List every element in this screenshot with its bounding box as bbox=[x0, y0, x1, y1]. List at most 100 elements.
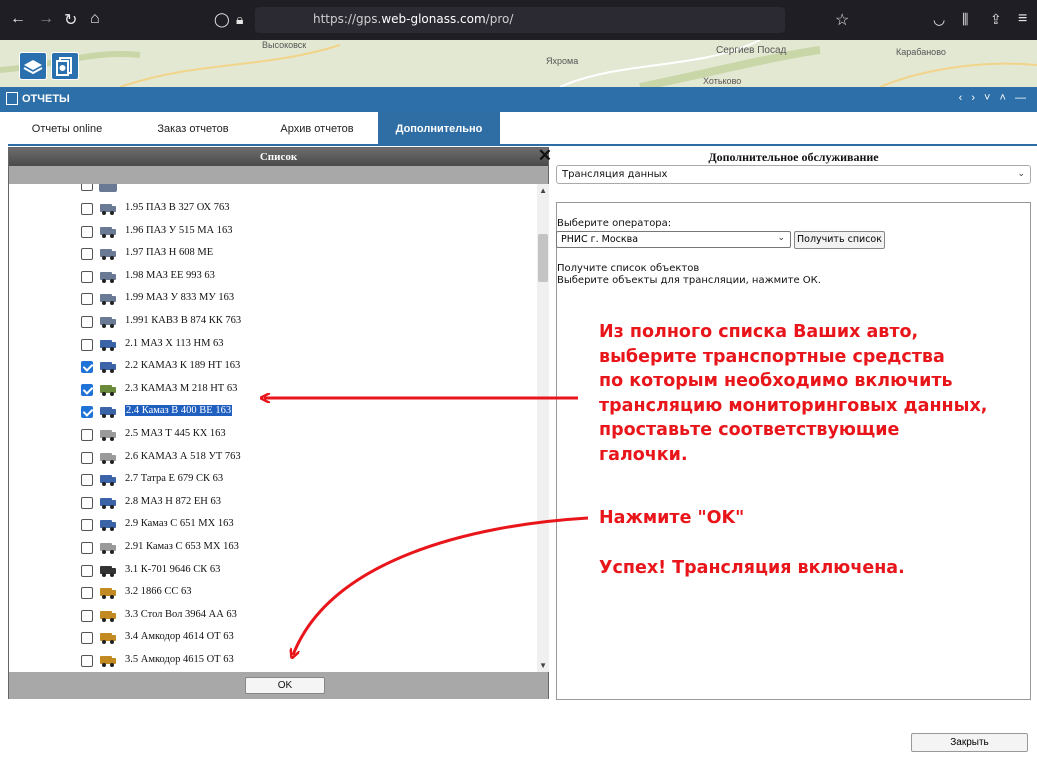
checkbox[interactable] bbox=[81, 225, 93, 238]
menu-icon[interactable]: ≡ bbox=[1018, 10, 1027, 28]
operator-select[interactable]: РНИС г. Москва ⌄ bbox=[556, 231, 791, 248]
service-select[interactable]: Трансляция данных ⌄ bbox=[556, 165, 1031, 184]
lock-icon[interactable]: 🔒︎ bbox=[236, 11, 243, 28]
extensions-icon[interactable]: ⇪ bbox=[990, 11, 1002, 28]
back-icon[interactable]: ← bbox=[10, 10, 26, 28]
scroll-up-icon[interactable]: ▲ bbox=[539, 186, 547, 195]
list-item[interactable]: 3.2 1866 СС 63 bbox=[9, 582, 529, 604]
list-item[interactable]: 1.95 ПАЗ В 327 ОХ 763 bbox=[9, 198, 529, 220]
list-item[interactable]: 2.2 КАМАЗ К 189 НТ 163 bbox=[9, 356, 529, 378]
reports-logo-icon[interactable] bbox=[51, 52, 79, 80]
list-item[interactable]: 1.98 МАЗ ЕЕ 993 63 bbox=[9, 266, 529, 288]
checkbox[interactable] bbox=[81, 270, 93, 283]
list-item[interactable]: 1.991 КАВЗ В 874 КК 763 bbox=[9, 311, 529, 333]
checkbox[interactable] bbox=[81, 474, 93, 487]
checkbox[interactable] bbox=[81, 542, 93, 554]
tab-reports-online[interactable]: Отчеты online bbox=[8, 112, 126, 146]
list-item[interactable]: 2.9 Камаз С 651 МХ 163 bbox=[9, 514, 529, 536]
checkbox[interactable] bbox=[81, 248, 93, 261]
list-scrollbar[interactable]: ▲ ▼ bbox=[537, 184, 549, 672]
checkbox[interactable] bbox=[81, 293, 93, 306]
checkbox[interactable] bbox=[81, 184, 93, 191]
bus-icon bbox=[99, 246, 117, 261]
list-item[interactable]: 1.99 МАЗ У 833 МУ 163 bbox=[9, 288, 529, 310]
scrollbar-thumb[interactable] bbox=[538, 234, 548, 282]
vehicle-label: 1.97 ПАЗ Н 608 МЕ bbox=[125, 247, 214, 259]
list-item[interactable]: 3.1 К-701 9646 СК 63 bbox=[9, 560, 529, 582]
list-item[interactable]: 1.97 ПАЗ Н 608 МЕ bbox=[9, 243, 529, 265]
pocket-icon[interactable]: ◡ bbox=[933, 11, 945, 28]
forward-icon[interactable]: → bbox=[38, 10, 54, 28]
list-item[interactable]: 2.3 КАМАЗ М 218 НТ 63 bbox=[9, 379, 529, 401]
checkbox[interactable] bbox=[81, 383, 93, 396]
scroll-down-icon[interactable]: ▼ bbox=[539, 661, 547, 670]
truck-icon bbox=[99, 517, 117, 532]
tab-underline bbox=[8, 144, 1037, 146]
vehicle-label: 2.3 КАМАЗ М 218 НТ 63 bbox=[125, 382, 238, 394]
tab-order-reports[interactable]: Заказ отчетов bbox=[134, 112, 252, 146]
bookmark-star-icon[interactable]: ☆ bbox=[835, 10, 849, 30]
press-ok-text: Нажмите "OK" bbox=[599, 508, 745, 528]
truck-icon bbox=[99, 495, 117, 510]
map-roads bbox=[0, 40, 1037, 87]
chevron-down-icon: ⌄ bbox=[1017, 169, 1025, 179]
checkbox[interactable] bbox=[81, 316, 93, 328]
checkbox[interactable] bbox=[81, 632, 93, 645]
vehicle-label: 1.98 МАЗ ЕЕ 993 63 bbox=[125, 269, 215, 281]
checkbox[interactable] bbox=[81, 519, 93, 532]
list-item[interactable] bbox=[9, 184, 529, 196]
vehicle-label: 1.96 ПАЗ У 515 МА 163 bbox=[125, 224, 233, 236]
vehicle-label: 2.2 КАМАЗ К 189 НТ 163 bbox=[125, 360, 241, 372]
list-item[interactable]: 3.4 Амкодор 4614 ОТ 63 bbox=[9, 627, 529, 649]
tab-additional[interactable]: Дополнительно bbox=[378, 112, 500, 146]
checkbox[interactable] bbox=[81, 451, 93, 464]
list-item[interactable]: 2.91 Камаз С 653 МХ 163 bbox=[9, 537, 529, 559]
library-icon[interactable]: ⫼ bbox=[962, 11, 968, 28]
close-icon[interactable]: ✕ bbox=[538, 146, 552, 166]
vehicle-list[interactable]: 1.95 ПАЗ В 327 ОХ 763 1.96 ПАЗ У 515 МА 1… bbox=[9, 184, 549, 672]
van-icon bbox=[99, 540, 117, 555]
map-background[interactable]: Высоковск Яхрома Сергиев Посад Карабанов… bbox=[0, 40, 1037, 87]
ok-button[interactable]: OK bbox=[245, 677, 325, 694]
checkbox[interactable] bbox=[81, 564, 93, 577]
vehicle-label: 1.95 ПАЗ В 327 ОХ 763 bbox=[125, 202, 230, 213]
info-line-1: Получите список объектов bbox=[557, 263, 700, 274]
list-item[interactable]: 2.8 МАЗ Н 872 ЕН 63 bbox=[9, 492, 529, 514]
tab-reports-archive[interactable]: Архив отчетов bbox=[258, 112, 376, 146]
checkbox[interactable] bbox=[81, 406, 93, 419]
van-icon bbox=[99, 450, 117, 465]
checkbox[interactable] bbox=[81, 496, 93, 509]
list-item[interactable]: 2.7 Татра Е 679 СК 63 bbox=[9, 469, 529, 491]
tab-bar: Отчеты online Заказ отчетов Архив отчето… bbox=[8, 112, 1037, 146]
checkbox[interactable] bbox=[81, 587, 93, 600]
list-item[interactable]: 2.5 МАЗ Т 445 КХ 163 bbox=[9, 424, 529, 446]
map-label: Сергиев Посад bbox=[716, 45, 787, 56]
reload-icon[interactable]: ↻ bbox=[64, 10, 77, 30]
vehicle-label: 3.3 Стол Вол 3964 АА 63 bbox=[125, 608, 237, 620]
checkbox[interactable] bbox=[81, 655, 93, 667]
list-item[interactable]: 2.4 Камаз В 400 ВЕ 163 bbox=[9, 401, 529, 423]
address-bar[interactable]: https://gps.web-glonass.com/pro/ bbox=[255, 7, 785, 33]
layers-logo-icon[interactable] bbox=[19, 52, 47, 80]
shield-icon[interactable]: ◯ bbox=[214, 11, 230, 28]
window-controls[interactable]: ‹ › ˅ ˄ — bbox=[959, 92, 1029, 104]
home-icon[interactable]: ⌂ bbox=[90, 10, 100, 28]
checkbox[interactable] bbox=[81, 203, 93, 215]
list-item[interactable]: 2.1 МАЗ Х 113 НМ 63 bbox=[9, 334, 529, 356]
checkbox[interactable] bbox=[81, 609, 93, 622]
close-button[interactable]: Закрыть bbox=[911, 733, 1028, 752]
vehicle-label: 1.991 КАВЗ В 874 КК 763 bbox=[125, 315, 242, 326]
bus-icon bbox=[99, 269, 117, 284]
vehicle-label: 2.9 Камаз С 651 МХ 163 bbox=[125, 518, 234, 530]
info-line-2: Выберите объекты для трансляции, нажмите… bbox=[557, 275, 821, 286]
checkbox[interactable] bbox=[81, 361, 93, 374]
get-list-button[interactable]: Получить список bbox=[794, 231, 885, 249]
vehicle-label: 3.1 К-701 9646 СК 63 bbox=[125, 563, 221, 575]
list-item[interactable]: 1.96 ПАЗ У 515 МА 163 bbox=[9, 221, 529, 243]
list-item[interactable]: 2.6 КАМАЗ А 518 УТ 763 bbox=[9, 447, 529, 469]
checkbox[interactable] bbox=[81, 429, 93, 441]
list-item[interactable]: 3.5 Амкодор 4615 ОТ 63 bbox=[9, 650, 529, 672]
checkbox[interactable] bbox=[81, 338, 93, 351]
map-label: Высоковск bbox=[262, 40, 307, 50]
list-item[interactable]: 3.3 Стол Вол 3964 АА 63 bbox=[9, 605, 529, 627]
